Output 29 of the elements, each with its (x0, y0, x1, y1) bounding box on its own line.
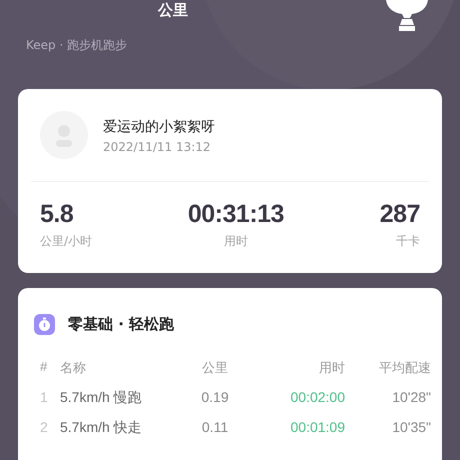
source-label: Keep · 跑步机跑步 (26, 37, 128, 54)
column-header: # (40, 359, 48, 376)
stat-value: 00:31:13 (188, 200, 284, 229)
avatar-icon (40, 111, 88, 159)
user-name: 爱运动的小絮絮呀 (103, 118, 215, 136)
column-header: 公里 (201, 359, 229, 377)
table-cell-text: 00:01:09 (290, 419, 345, 437)
table-cell-text: 5.7km/h 快走 (60, 419, 143, 437)
column-header: 用时 (318, 359, 345, 377)
trophy-icon (384, 0, 430, 32)
stopwatch-icon (34, 314, 55, 335)
column-header: 名称 (60, 359, 87, 377)
stat-label: 千卡 (396, 233, 420, 250)
stat-label: 用时 (224, 233, 248, 250)
table-cell-text: 0.11 (200, 419, 230, 437)
column-header: 平均配速 (378, 359, 431, 377)
workout-time: 2022/11/11 13:12 (103, 140, 212, 154)
table-cell-text: 10'35" (391, 419, 431, 437)
stat-value: 5.8 (40, 200, 74, 229)
table-cell-text: 2 (40, 419, 49, 437)
distance-unit: 公里 (158, 0, 188, 20)
table-cell-text: 5.7km/h 慢跑 (60, 389, 143, 407)
table-cell-text: 00:02:00 (290, 389, 345, 407)
stat-label: 公里/小时 (40, 233, 92, 250)
stat-value: 287 (380, 200, 420, 229)
table-cell-text: 0.19 (200, 389, 230, 407)
table-cell-text: 10'28" (391, 389, 431, 407)
plan-title: 零基础 · 轻松跑 (68, 315, 174, 334)
table-cell-text: 1 (40, 389, 49, 407)
